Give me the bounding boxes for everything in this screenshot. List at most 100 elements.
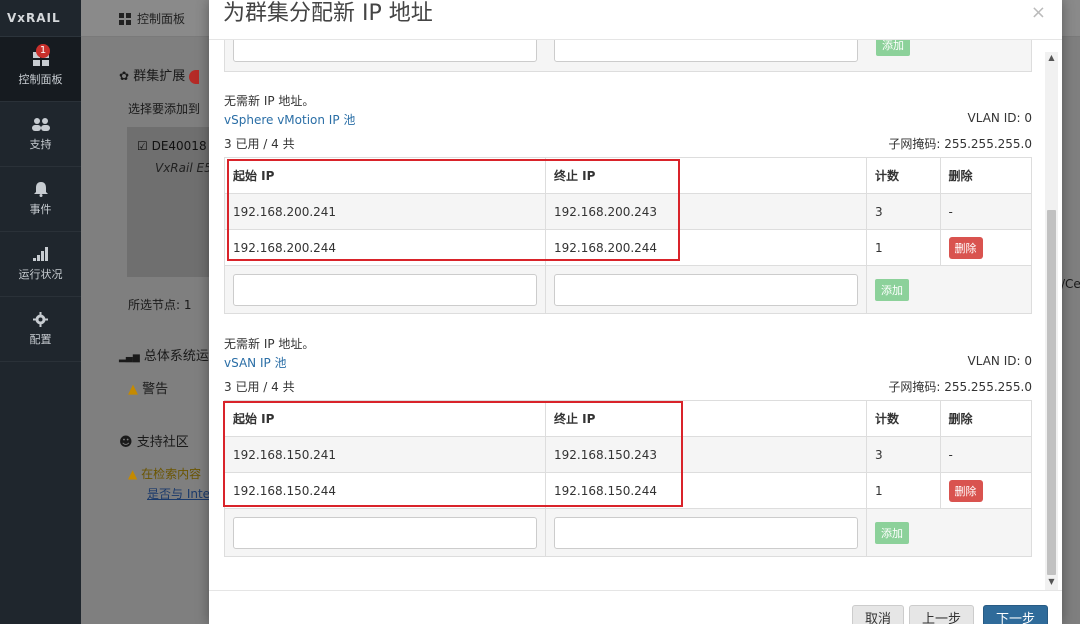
header-end-ip: 终止 IP bbox=[545, 157, 867, 194]
start-ip-input[interactable] bbox=[233, 273, 537, 306]
assign-ip-modal: 为群集分配新 IP 地址 × 添加 无需新 IP 地址。 vSphere vMo… bbox=[209, 0, 1062, 624]
vlan-id: VLAN ID: 0 bbox=[967, 354, 1032, 368]
users-icon: ☻ bbox=[119, 435, 133, 450]
sidebar-item-dashboard[interactable]: 1 控制面板 bbox=[0, 37, 81, 102]
intel-link[interactable]: 是否与 Inte bbox=[147, 485, 210, 502]
count-cell: 3 bbox=[866, 193, 941, 230]
expand-title: ✿ 群集扩展 bbox=[119, 65, 200, 84]
sidebar-item-label: 事件 bbox=[29, 203, 52, 216]
sidebar-item-health[interactable]: 运行状况 bbox=[0, 232, 81, 297]
sidebar-item-label: 支持 bbox=[29, 138, 52, 151]
table-header-row: 起始 IP 终止 IP 计数 删除 bbox=[224, 400, 1033, 437]
header-count: 计数 bbox=[866, 400, 941, 437]
delete-cell: 删除 bbox=[939, 229, 1033, 266]
search-warning: ▲ 在检索内容 bbox=[128, 467, 202, 481]
tab-label: 控制面板 bbox=[137, 12, 186, 26]
table-row: 192.168.200.244 192.168.200.244 1 删除 bbox=[224, 229, 1033, 266]
warning-icon: ▲ bbox=[128, 467, 138, 481]
start-ip-cell: 192.168.200.244 bbox=[224, 229, 546, 266]
bell-icon bbox=[32, 181, 50, 197]
header-count: 计数 bbox=[866, 157, 941, 194]
start-ip-cell: 192.168.200.241 bbox=[224, 193, 546, 230]
selected-nodes: 所选节点: 1 bbox=[128, 298, 192, 312]
close-icon[interactable]: × bbox=[1031, 2, 1046, 23]
previous-button[interactable]: 上一步 bbox=[909, 605, 975, 624]
right-edge-text: /Ce bbox=[1061, 277, 1080, 291]
scroll-up-arrow-icon[interactable]: ▲ bbox=[1047, 53, 1056, 63]
header-delete: 删除 bbox=[939, 157, 1033, 194]
scrollbar-thumb[interactable] bbox=[1047, 210, 1056, 575]
sidebar-item-events[interactable]: 事件 bbox=[0, 167, 81, 232]
select-text: 选择要添加到 bbox=[128, 102, 201, 116]
start-ip-cell: 192.168.150.244 bbox=[224, 472, 546, 509]
subnet-mask: 子网掩码: 255.255.255.0 bbox=[888, 380, 1032, 394]
warning-icon: ▲ bbox=[128, 382, 138, 397]
end-ip-input[interactable] bbox=[554, 516, 858, 549]
end-ip-input[interactable] bbox=[554, 40, 858, 62]
delete-button[interactable]: 删除 bbox=[948, 236, 983, 259]
system-title: ▂▄▆ 总体系统运 bbox=[119, 349, 209, 364]
community-title: ☻ 支持社区 bbox=[119, 435, 189, 450]
start-ip-cell: 192.168.150.241 bbox=[224, 436, 546, 473]
sidebar: VxRAIL 1 控制面板 支持 事件 运行状况 配置 bbox=[0, 0, 81, 624]
pool-usage: 3 已用 / 4 共 bbox=[224, 380, 295, 394]
sidebar-item-label: 控制面板 bbox=[18, 73, 63, 86]
add-button[interactable]: 添加 bbox=[875, 278, 909, 301]
pool-note: 无需新 IP 地址。 bbox=[224, 337, 315, 351]
end-ip-input[interactable] bbox=[554, 273, 858, 306]
warning-row: ▲ 警告 bbox=[128, 382, 169, 397]
delete-button[interactable]: 删除 bbox=[948, 479, 983, 502]
end-ip-cell: 192.168.150.244 bbox=[545, 472, 867, 509]
app-logo: VxRAIL bbox=[0, 0, 81, 37]
node-checkbox[interactable]: ☑ DE40018 bbox=[137, 139, 207, 153]
add-range-row: 添加 bbox=[224, 508, 1032, 557]
count-cell: 1 bbox=[866, 472, 941, 509]
modal-footer: 取消 上一步 下一步 bbox=[209, 590, 1062, 624]
pool-name-link[interactable]: vSphere vMotion IP 池 bbox=[224, 111, 355, 128]
scroll-down-arrow-icon[interactable]: ▼ bbox=[1047, 577, 1056, 587]
signal-icon: ▂▄▆ bbox=[119, 353, 140, 363]
add-button[interactable]: 添加 bbox=[876, 40, 910, 56]
notification-badge: 1 bbox=[36, 44, 50, 58]
sidebar-item-label: 运行状况 bbox=[18, 268, 63, 281]
start-ip-input[interactable] bbox=[233, 40, 537, 62]
users-icon bbox=[31, 116, 50, 132]
cancel-button[interactable]: 取消 bbox=[852, 605, 905, 624]
ip-range-table: 起始 IP 终止 IP 计数 删除 192.168.150.241 192.16… bbox=[224, 400, 1033, 557]
table-row: 192.168.150.241 192.168.150.243 3 - bbox=[224, 436, 1033, 473]
table-row: 192.168.150.244 192.168.150.244 1 删除 bbox=[224, 472, 1033, 509]
sidebar-item-config[interactable]: 配置 bbox=[0, 297, 81, 362]
sidebar-item-support[interactable]: 支持 bbox=[0, 102, 81, 167]
end-ip-cell: 192.168.200.243 bbox=[545, 193, 867, 230]
modal-body: 添加 无需新 IP 地址。 vSphere vMotion IP 池 VLAN … bbox=[209, 40, 1062, 590]
node-panel: ☑ DE40018 VxRail E5 bbox=[127, 127, 217, 277]
sidebar-item-label: 配置 bbox=[29, 333, 52, 346]
badge-icon bbox=[189, 69, 200, 84]
start-ip-input[interactable] bbox=[233, 516, 537, 549]
signal-icon bbox=[32, 246, 50, 262]
vsan-pool-section: 无需新 IP 地址。 vSAN IP 池 VLAN ID: 0 3 已用 / 4… bbox=[223, 335, 1033, 565]
subnet-mask: 子网掩码: 255.255.255.0 bbox=[888, 137, 1032, 151]
pool-usage: 3 已用 / 4 共 bbox=[224, 137, 295, 151]
delete-cell: 删除 bbox=[939, 472, 1033, 509]
modal-title: 为群集分配新 IP 地址 bbox=[223, 1, 433, 26]
node-model: VxRail E5 bbox=[155, 161, 212, 175]
delete-cell: - bbox=[939, 436, 1033, 473]
delete-cell: - bbox=[939, 193, 1033, 230]
pool-note: 无需新 IP 地址。 bbox=[224, 94, 315, 108]
gear-icon bbox=[32, 311, 50, 327]
table-row: 192.168.200.241 192.168.200.243 3 - bbox=[224, 193, 1033, 230]
end-ip-cell: 192.168.200.244 bbox=[545, 229, 867, 266]
vmotion-pool-section: 无需新 IP 地址。 vSphere vMotion IP 池 VLAN ID:… bbox=[224, 92, 1033, 322]
modal-header: 为群集分配新 IP 地址 × bbox=[209, 0, 1062, 40]
count-cell: 1 bbox=[866, 229, 941, 266]
header-start-ip: 起始 IP bbox=[224, 157, 546, 194]
add-button[interactable]: 添加 bbox=[875, 521, 909, 544]
header-delete: 删除 bbox=[939, 400, 1033, 437]
ip-range-table: 起始 IP 终止 IP 计数 删除 192.168.200.241 192.16… bbox=[224, 157, 1033, 314]
pool-name-link[interactable]: vSAN IP 池 bbox=[224, 354, 287, 371]
next-button[interactable]: 下一步 bbox=[983, 605, 1049, 624]
end-ip-cell: 192.168.150.243 bbox=[545, 436, 867, 473]
tab-dashboard[interactable]: 控制面板 bbox=[119, 10, 185, 27]
gear-icon: ✿ bbox=[119, 69, 130, 83]
